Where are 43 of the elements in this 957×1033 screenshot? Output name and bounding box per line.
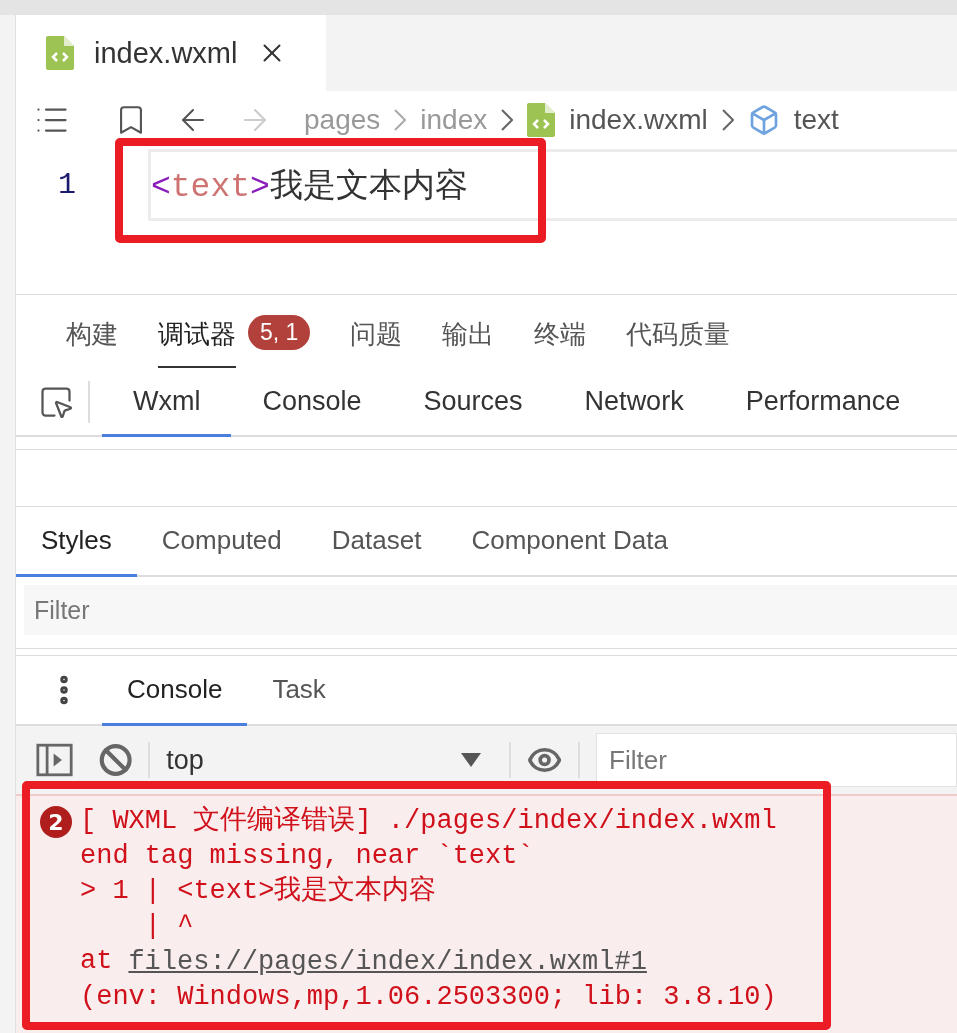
file-link[interactable]: files://pages/index/index.wxml#1 bbox=[128, 944, 647, 980]
message-text: > 1 | <text>我是文本内容 bbox=[80, 874, 438, 908]
panel-tab[interactable]: 调试器 5, 1 bbox=[138, 295, 331, 369]
sidebar-icon[interactable] bbox=[36, 742, 74, 778]
clear-icon[interactable] bbox=[99, 742, 133, 778]
filter-field[interactable]: Filter bbox=[24, 585, 957, 635]
panel-tab[interactable]: 构建 bbox=[46, 295, 138, 369]
panel-tab[interactable]: 终端 bbox=[514, 295, 607, 369]
context-select[interactable]: top bbox=[166, 744, 494, 776]
chevron-icon bbox=[501, 109, 514, 131]
panel-tab[interactable]: 问题 bbox=[330, 295, 423, 369]
message-text: end tag missing, near `text` bbox=[80, 840, 535, 873]
tab-title: index.wxml bbox=[94, 36, 238, 70]
message-text: (env: Windows,mp,1.06.2503300; lib: 3.8.10) bbox=[80, 981, 777, 1014]
drawer-tab[interactable]: Task bbox=[247, 656, 351, 726]
panel-tab[interactable]: 输出 bbox=[422, 295, 515, 369]
devtools-tab[interactable]: Performance bbox=[714, 369, 932, 437]
message-text: | ^ bbox=[143, 910, 195, 943]
panel-tab[interactable]: 代码质量 bbox=[606, 295, 751, 369]
devtools-tab[interactable]: Console bbox=[231, 369, 393, 437]
editor-tab[interactable]: index.wxml bbox=[16, 15, 326, 91]
file-icon bbox=[46, 36, 74, 70]
styles-tab[interactable]: Component Data bbox=[446, 507, 693, 577]
message-text: at bbox=[80, 945, 113, 978]
console-filter-field[interactable]: Filter bbox=[596, 733, 957, 787]
inspect-icon[interactable] bbox=[38, 384, 74, 420]
devtools-tab[interactable]: Wxml bbox=[102, 369, 232, 437]
chevron-icon bbox=[394, 109, 407, 131]
devtools-tab[interactable]: Network bbox=[553, 369, 715, 437]
devtools-tab[interactable]: Sources bbox=[392, 369, 554, 437]
file-icon bbox=[527, 103, 556, 137]
breadcrumb-item[interactable]: text bbox=[793, 104, 839, 136]
line-number: 1 bbox=[57, 168, 77, 202]
message-text: [ WXML 文件编译错误] ./pages/index/index.wxml bbox=[80, 804, 777, 838]
styles-tab[interactable]: Dataset bbox=[306, 507, 447, 577]
styles-tab[interactable]: Computed bbox=[136, 507, 307, 577]
breadcrumb-item[interactable]: index.wxml bbox=[569, 104, 708, 136]
code-line: <text>我是文本内容 bbox=[151, 163, 468, 208]
chevron-icon bbox=[721, 109, 734, 131]
dropdown-icon bbox=[461, 753, 482, 767]
styles-tab[interactable]: Styles bbox=[16, 507, 137, 577]
count-badge: 5, 1 bbox=[248, 314, 311, 350]
error-count: 2 bbox=[40, 806, 72, 838]
